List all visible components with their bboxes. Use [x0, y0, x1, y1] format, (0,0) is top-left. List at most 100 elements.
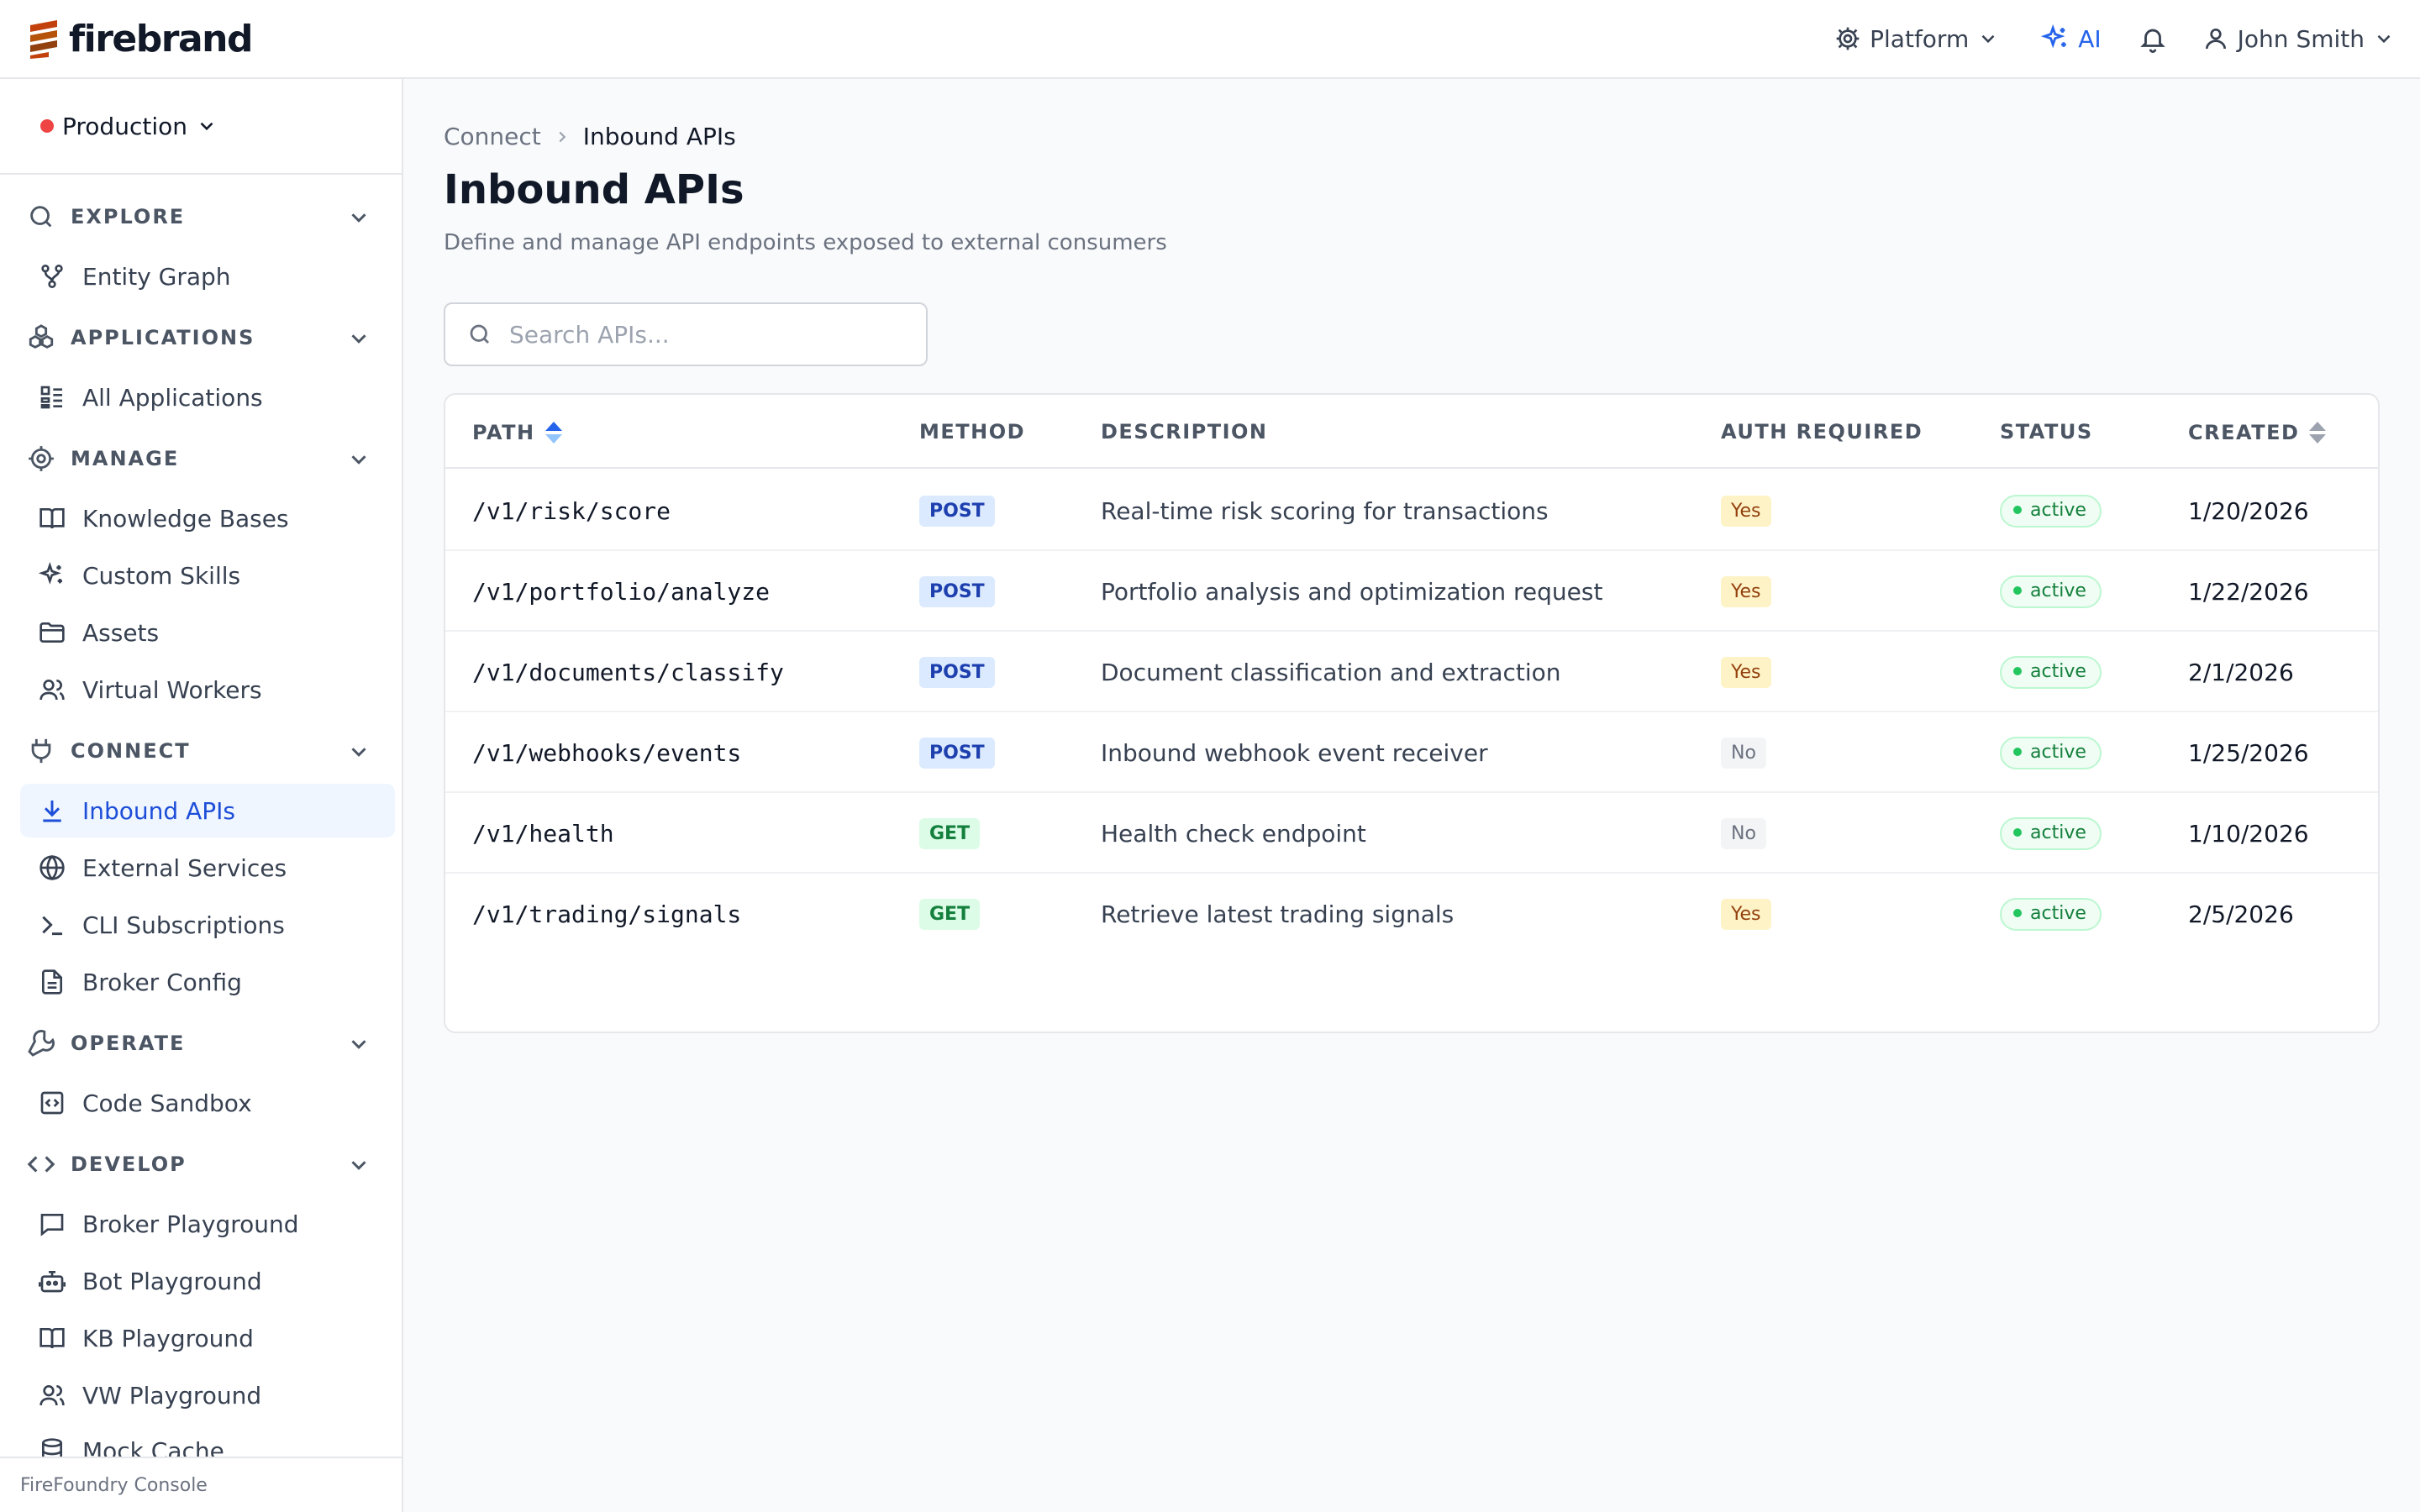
chevron-down-icon: [346, 447, 371, 472]
status-badge: active: [2000, 494, 2102, 528]
api-description: Inbound webhook event receiver: [1101, 738, 1488, 767]
code-icon: [27, 1150, 55, 1179]
graph-icon: [39, 263, 66, 290]
api-path: /v1/documents/classify: [472, 658, 784, 686]
section-manage[interactable]: MANAGE: [0, 435, 402, 482]
table-row[interactable]: /v1/health GET Health check endpoint No …: [445, 793, 2378, 874]
method-badge: POST: [919, 495, 995, 527]
api-path: /v1/webhooks/events: [472, 738, 742, 767]
column-header-path[interactable]: PATH: [472, 420, 564, 445]
section-operate[interactable]: OPERATE: [0, 1020, 402, 1067]
auth-badge: No: [1721, 817, 1766, 849]
page-subtitle: Define and manage API endpoints exposed …: [444, 230, 1167, 255]
breadcrumb-connect[interactable]: Connect: [444, 123, 541, 150]
auth-badge: Yes: [1721, 898, 1771, 930]
sidebar-item-label: VW Playground: [82, 1381, 262, 1410]
chevron-down-icon: [346, 205, 371, 230]
environment-selector[interactable]: Production: [0, 79, 402, 175]
ai-label: AI: [2078, 24, 2102, 53]
sidebar-item-broker-config[interactable]: Broker Config: [20, 955, 395, 1009]
gear-icon: [1834, 25, 1861, 52]
sidebar-item-label: Entity Graph: [82, 262, 231, 291]
section-label: CONNECT: [71, 739, 191, 763]
table-row[interactable]: /v1/webhooks/events POST Inbound webhook…: [445, 712, 2378, 793]
sidebar-item-code-sandbox[interactable]: Code Sandbox: [20, 1076, 395, 1130]
method-badge: POST: [919, 656, 995, 688]
bot-icon: [39, 1268, 66, 1294]
status-dot: [2013, 586, 2022, 595]
status-dot: [2013, 667, 2022, 675]
column-header-auth-required: AUTH REQUIRED: [1721, 420, 1923, 444]
sidebar-item-broker-playground[interactable]: Broker Playground: [20, 1197, 395, 1251]
sparkle-icon: [2041, 24, 2070, 53]
chevron-down-icon: [346, 739, 371, 764]
chevron-down-icon: [2373, 28, 2395, 50]
sidebar-item-label: Virtual Workers: [82, 675, 262, 704]
chevron-down-icon: [346, 1032, 371, 1057]
search-icon: [27, 202, 55, 231]
sidebar-item-external-services[interactable]: External Services: [20, 841, 395, 895]
environment-status-dot: [40, 119, 54, 133]
created-date: 1/20/2026: [2188, 496, 2309, 525]
search-box[interactable]: [444, 302, 928, 366]
file-icon: [39, 969, 66, 995]
sidebar-item-kb-playground[interactable]: KB Playground: [20, 1311, 395, 1365]
user-menu[interactable]: John Smith: [2202, 25, 2395, 53]
status-badge: active: [2000, 736, 2102, 769]
folder-icon: [39, 619, 66, 646]
platform-menu[interactable]: Platform: [1834, 25, 1999, 53]
status-badge: active: [2000, 816, 2102, 850]
sidebar-item-inbound-apis[interactable]: Inbound APIs: [20, 784, 395, 837]
sidebar-item-vw-playground[interactable]: VW Playground: [20, 1368, 395, 1422]
status-dot: [2013, 828, 2022, 837]
code-box-icon: [39, 1089, 66, 1116]
table-row[interactable]: /v1/trading/signals GET Retrieve latest …: [445, 874, 2378, 954]
method-badge: POST: [919, 737, 995, 769]
table-row[interactable]: /v1/documents/classify POST Document cla…: [445, 632, 2378, 712]
status-badge: active: [2000, 655, 2102, 689]
gear-icon: [27, 444, 55, 473]
section-develop[interactable]: DEVELOP: [0, 1141, 402, 1188]
wrench-icon: [27, 1029, 55, 1058]
chat-icon: [39, 1210, 66, 1237]
section-explore[interactable]: EXPLORE: [0, 193, 402, 240]
api-description: Document classification and extraction: [1101, 658, 1561, 686]
download-icon: [39, 797, 66, 824]
sidebar-item-knowledge-bases[interactable]: Knowledge Bases: [20, 491, 395, 545]
sidebar-item-all-applications[interactable]: All Applications: [20, 370, 395, 424]
table-row[interactable]: /v1/risk/score POST Real-time risk scori…: [445, 470, 2378, 551]
sidebar-item-custom-skills[interactable]: Custom Skills: [20, 549, 395, 602]
sidebar-item-bot-playground[interactable]: Bot Playground: [20, 1254, 395, 1308]
status-badge: active: [2000, 575, 2102, 608]
section-applications[interactable]: APPLICATIONS: [0, 314, 402, 361]
platform-label: Platform: [1870, 24, 1970, 53]
search-input[interactable]: [509, 320, 913, 349]
section-label: MANAGE: [71, 447, 180, 470]
api-path: /v1/portfolio/analyze: [472, 577, 771, 606]
sidebar-item-label: All Applications: [82, 383, 263, 412]
api-description: Retrieve latest trading signals: [1101, 900, 1455, 928]
sidebar-item-virtual-workers[interactable]: Virtual Workers: [20, 663, 395, 717]
sidebar-item-entity-graph[interactable]: Entity Graph: [20, 249, 395, 303]
section-connect[interactable]: CONNECT: [0, 727, 402, 774]
api-description: Portfolio analysis and optimization requ…: [1101, 577, 1603, 606]
sidebar-item-assets[interactable]: Assets: [20, 606, 395, 659]
status-dot: [2013, 748, 2022, 756]
chevron-down-icon: [346, 326, 371, 351]
column-header-description: DESCRIPTION: [1101, 420, 1268, 444]
sidebar-item-label: Inbound APIs: [82, 796, 235, 825]
column-header-created[interactable]: CREATED: [2188, 420, 2328, 445]
ai-button[interactable]: AI: [2041, 24, 2102, 53]
sidebar-item-label: Knowledge Bases: [82, 504, 289, 533]
chevron-right-icon: [553, 128, 571, 146]
status-dot: [2013, 506, 2022, 514]
created-date: 1/22/2026: [2188, 577, 2309, 606]
sidebar-item-cli-subscriptions[interactable]: CLI Subscriptions: [20, 898, 395, 952]
status-dot: [2013, 909, 2022, 917]
table-row[interactable]: /v1/portfolio/analyze POST Portfolio ana…: [445, 551, 2378, 632]
list-icon: [39, 384, 66, 411]
notifications-button[interactable]: [2139, 24, 2167, 53]
auth-badge: No: [1721, 737, 1766, 769]
sidebar-item-label: Broker Playground: [82, 1210, 299, 1238]
brand-logo[interactable]: firebrand: [25, 18, 253, 60]
